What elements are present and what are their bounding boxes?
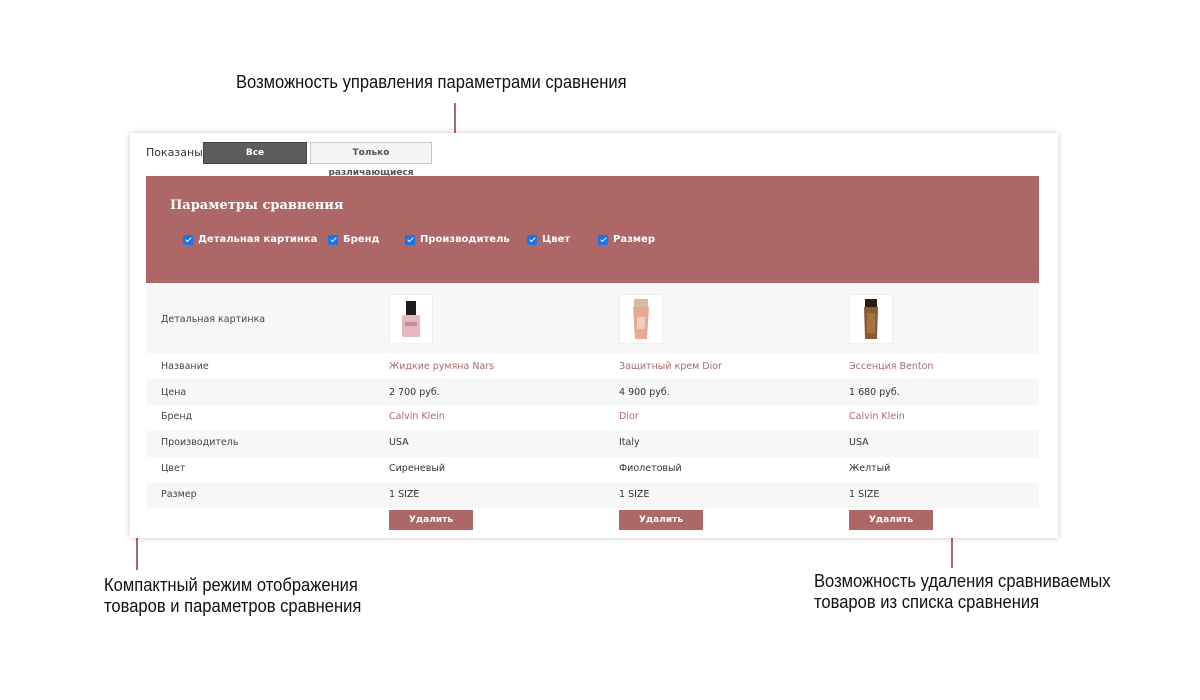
compare-params-box: Параметры сравнения Детальная картинка Б… xyxy=(146,176,1039,283)
row-label: Производитель xyxy=(161,437,239,448)
param-checkbox-color[interactable]: Цвет xyxy=(527,234,570,245)
param-label: Детальная картинка xyxy=(198,234,318,245)
product-size: 1 SIZE xyxy=(849,489,880,500)
compare-panel: Показаны: Все характеристики Только разл… xyxy=(130,133,1058,538)
product-size: 1 SIZE xyxy=(389,489,420,500)
param-checkbox-size[interactable]: Размер xyxy=(598,234,655,245)
callout-left-line2: товаров и параметров сравнения xyxy=(104,596,362,616)
table-row-color: Цвет Сиреневый Фиолетовый Желтый xyxy=(146,457,1039,483)
callout-manage-params: Возможность управления параметрами сравн… xyxy=(236,72,627,92)
row-label: Цена xyxy=(161,387,187,398)
product-price: 4 900 руб. xyxy=(619,387,670,398)
product-maker: USA xyxy=(849,437,869,448)
row-label: Название xyxy=(161,361,209,372)
product-brand-link[interactable]: Calvin Klein xyxy=(849,411,905,422)
callout-right-line1: Возможность удаления сравниваемых xyxy=(814,571,1111,591)
table-row-name: Название Жидкие румяна Nars Защитный кре… xyxy=(146,353,1039,379)
table-row-brand: Бренд Calvin Klein Dior Calvin Klein xyxy=(146,405,1039,431)
callout-right-line2: товаров из списка сравнения xyxy=(814,592,1040,612)
bronze-tube-icon[interactable] xyxy=(849,294,893,344)
all-characteristics-button[interactable]: Все характеристики xyxy=(203,142,307,178)
only-different-button[interactable]: Только различающиеся xyxy=(310,142,432,178)
product-color: Фиолетовый xyxy=(619,463,682,474)
row-label: Детальная картинка xyxy=(161,314,266,325)
table-row-image: Детальная картинка xyxy=(146,283,1039,353)
table-row-price: Цена 2 700 руб. 4 900 руб. 1 680 руб. xyxy=(146,379,1039,405)
product-name-link[interactable]: Жидкие румяна Nars xyxy=(389,361,494,372)
table-row-size: Размер 1 SIZE 1 SIZE 1 SIZE xyxy=(146,483,1039,508)
product-maker: USA xyxy=(389,437,409,448)
callout-compact-mode: Компактный режим отображения товаров и п… xyxy=(104,575,361,617)
product-price: 1 680 руб. xyxy=(849,387,900,398)
product-name-link[interactable]: Защитный крем Dior xyxy=(619,361,722,372)
param-checkbox-maker[interactable]: Производитель xyxy=(405,234,510,245)
product-color: Сиреневый xyxy=(389,463,446,474)
param-label: Цвет xyxy=(542,234,571,245)
checkbox-checked-icon[interactable] xyxy=(598,234,608,245)
product-color: Желтый xyxy=(849,463,891,474)
param-checkbox-brand[interactable]: Бренд xyxy=(328,234,380,245)
product-price: 2 700 руб. xyxy=(389,387,440,398)
checkbox-checked-icon[interactable] xyxy=(527,234,537,245)
product-size: 1 SIZE xyxy=(619,489,650,500)
shown-label: Показаны: xyxy=(146,146,207,159)
delete-product-button[interactable]: Удалить xyxy=(619,510,703,530)
nail-polish-bottle-icon[interactable] xyxy=(389,294,433,344)
table-row-maker: Производитель USA Italy USA xyxy=(146,431,1039,457)
param-label: Размер xyxy=(613,234,656,245)
delete-product-button[interactable]: Удалить xyxy=(389,510,473,530)
param-label: Бренд xyxy=(343,234,380,245)
product-brand-link[interactable]: Dior xyxy=(619,411,639,422)
row-label: Бренд xyxy=(161,411,193,422)
callout-delete-products: Возможность удаления сравниваемых товаро… xyxy=(814,571,1111,613)
checkbox-checked-icon[interactable] xyxy=(183,234,193,245)
callout-left-line1: Компактный режим отображения xyxy=(104,575,358,595)
params-title: Параметры сравнения xyxy=(170,198,344,213)
row-label: Размер xyxy=(161,489,197,500)
checkbox-checked-icon[interactable] xyxy=(405,234,415,245)
row-label: Цвет xyxy=(161,463,186,474)
checkbox-checked-icon[interactable] xyxy=(328,234,338,245)
delete-product-button[interactable]: Удалить xyxy=(849,510,933,530)
cream-tube-icon[interactable] xyxy=(619,294,663,344)
product-maker: Italy xyxy=(619,437,640,448)
product-brand-link[interactable]: Calvin Klein xyxy=(389,411,445,422)
product-name-link[interactable]: Эссенция Benton xyxy=(849,361,933,372)
param-label: Производитель xyxy=(420,234,510,245)
param-checkbox-image[interactable]: Детальная картинка xyxy=(183,234,317,245)
